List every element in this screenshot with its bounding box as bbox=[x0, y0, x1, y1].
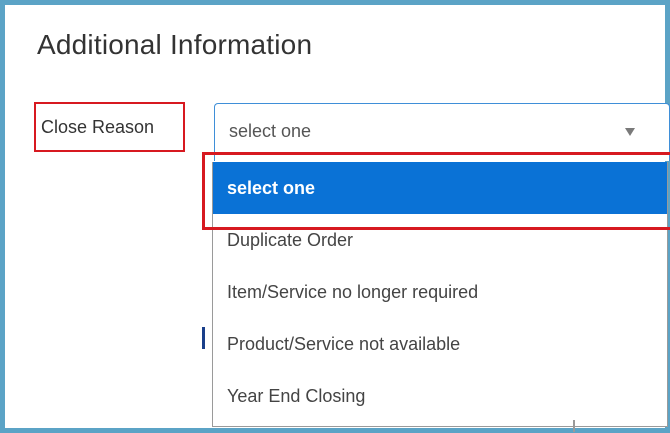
underlying-ui-fragment bbox=[573, 420, 575, 432]
underlying-ui-fragment bbox=[202, 327, 205, 349]
option-label: Item/Service no longer required bbox=[227, 281, 479, 302]
form-panel: Additional Information Close Reason sele… bbox=[0, 0, 670, 433]
section-title: Additional Information bbox=[37, 29, 313, 60]
dropdown-arrow-icon[interactable] bbox=[625, 128, 635, 136]
option-duplicate-order[interactable]: Duplicate Order bbox=[213, 214, 667, 266]
close-reason-select[interactable]: select one bbox=[214, 103, 670, 161]
option-year-end-closing[interactable]: Year End Closing bbox=[213, 370, 667, 422]
option-label: Duplicate Order bbox=[227, 229, 354, 250]
option-item-service-no-longer-required[interactable]: Item/Service no longer required bbox=[213, 266, 667, 318]
close-reason-label-text: Close Reason bbox=[41, 116, 155, 137]
option-label: select one bbox=[227, 177, 316, 198]
option-product-service-not-available[interactable]: Product/Service not available bbox=[213, 318, 667, 370]
option-select-one[interactable]: select one bbox=[213, 162, 667, 214]
close-reason-label: Close Reason bbox=[34, 102, 185, 152]
close-reason-dropdown-list: select one Duplicate Order Item/Service … bbox=[212, 162, 668, 427]
option-label: Year End Closing bbox=[227, 385, 366, 406]
option-label: Product/Service not available bbox=[227, 333, 461, 354]
select-current-value: select one bbox=[229, 121, 312, 141]
